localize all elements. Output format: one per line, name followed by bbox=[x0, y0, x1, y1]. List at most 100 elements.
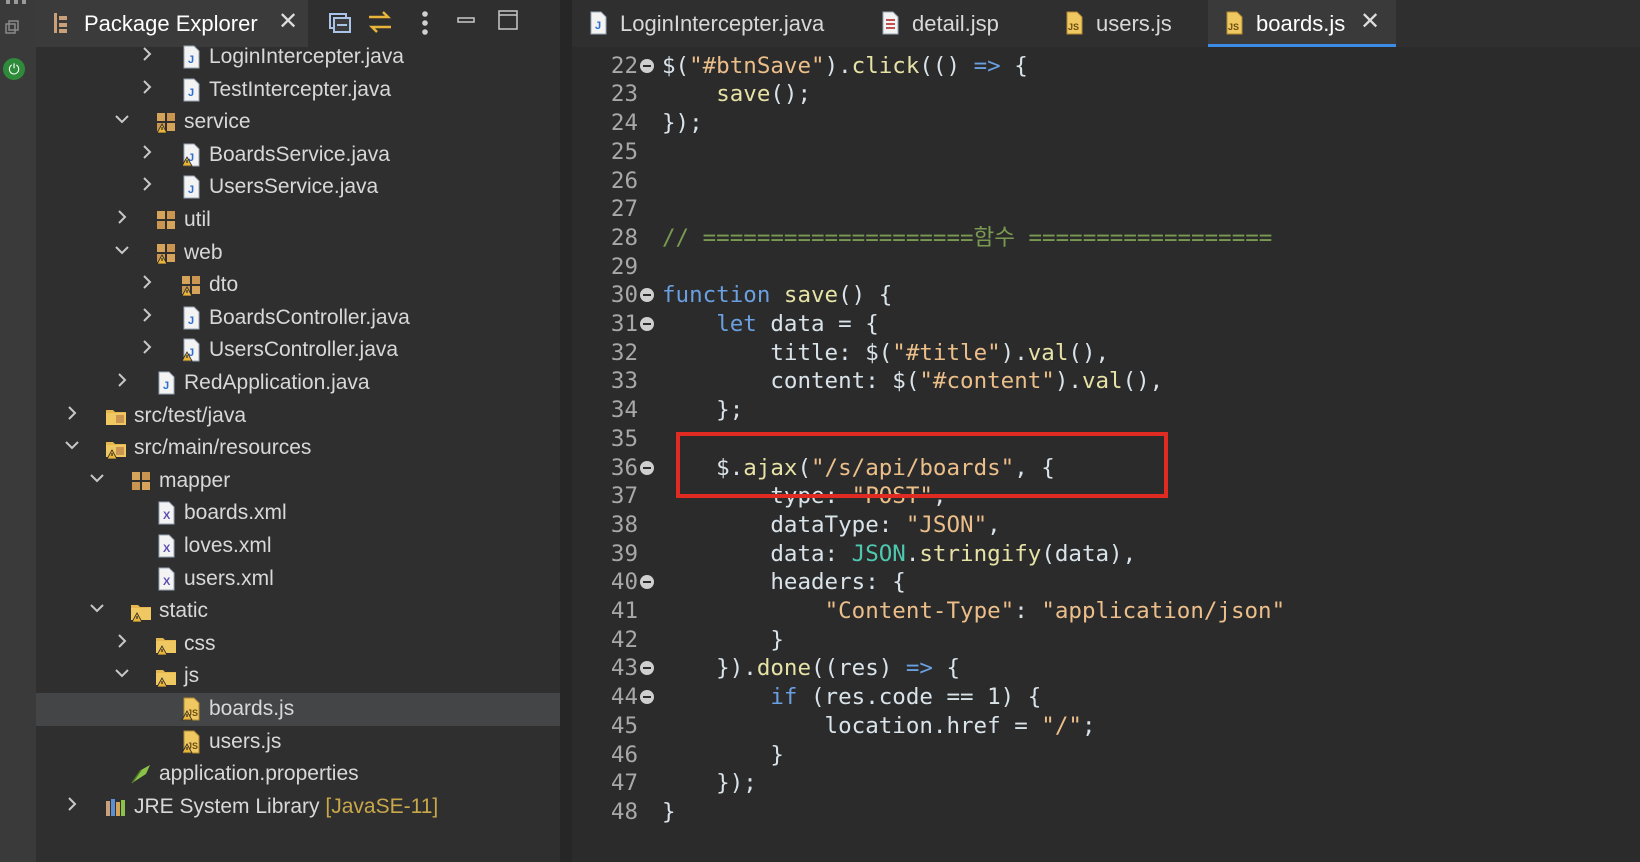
code-line[interactable]: 44 if (res.code == 1) { bbox=[572, 682, 1640, 712]
tree-item[interactable]: css bbox=[36, 628, 560, 661]
code-line[interactable]: 32 title: $("#title").val(), bbox=[572, 338, 1640, 368]
editor-tab[interactable]: J LoginIntercepter.java bbox=[572, 0, 864, 47]
code-text: dataType: "JSON", bbox=[662, 510, 1000, 540]
line-number: 46 bbox=[610, 741, 638, 768]
fold-toggle-icon[interactable] bbox=[640, 661, 654, 676]
chevron-right-icon[interactable] bbox=[112, 208, 132, 232]
tree-item[interactable]: JS users.js bbox=[36, 726, 560, 759]
code-line[interactable]: 39 data: JSON.stringify(data), bbox=[572, 539, 1640, 569]
code-line[interactable]: 31 let data = { bbox=[572, 309, 1640, 339]
view-menu-icon[interactable] bbox=[411, 9, 439, 37]
drag-handle-icon[interactable] bbox=[6, 0, 28, 4]
code-line[interactable]: 28 // ====================함수 ============… bbox=[572, 223, 1640, 253]
code-line[interactable]: 45 location.href = "/"; bbox=[572, 711, 1640, 741]
link-with-editor-icon[interactable] bbox=[366, 9, 394, 37]
editor-tab[interactable]: JS boards.js ✕ bbox=[1208, 0, 1396, 47]
line-number: 28 bbox=[610, 224, 638, 251]
code-line[interactable]: 29 bbox=[572, 252, 1640, 282]
power-icon[interactable]: ⏻ bbox=[3, 58, 25, 80]
fold-toggle-icon[interactable] bbox=[640, 690, 654, 705]
code-line[interactable]: 47 }); bbox=[572, 768, 1640, 798]
code-token: => bbox=[905, 655, 933, 682]
tree-item[interactable]: Xusers.xml bbox=[36, 563, 560, 596]
code-token: stringify bbox=[919, 540, 1042, 567]
tree-item[interactable]: JRE System Library [JavaSE-11] bbox=[36, 791, 560, 824]
close-icon[interactable]: ✕ bbox=[276, 10, 300, 34]
chevron-right-icon[interactable] bbox=[137, 306, 157, 330]
tree-item[interactable]: util bbox=[36, 204, 560, 237]
minimize-icon[interactable] bbox=[452, 9, 480, 37]
chevron-right-icon[interactable] bbox=[137, 78, 157, 102]
tree-item[interactable]: J TestIntercepter.java bbox=[36, 74, 560, 107]
code-line[interactable]: 23 save(); bbox=[572, 79, 1640, 109]
collapse-all-icon[interactable] bbox=[326, 9, 354, 37]
tree-item[interactable]: js bbox=[36, 660, 560, 693]
code-token: } bbox=[662, 741, 784, 768]
maximize-icon[interactable] bbox=[494, 9, 522, 37]
tree-item[interactable]: J BoardsController.java bbox=[36, 302, 560, 335]
code-token: }); bbox=[662, 110, 703, 137]
chevron-right-icon[interactable] bbox=[112, 371, 132, 395]
chevron-right-icon[interactable] bbox=[137, 45, 157, 69]
code-line[interactable]: 48} bbox=[572, 797, 1640, 827]
code-line[interactable]: 41 "Content-Type": "application/json" bbox=[572, 596, 1640, 626]
tree-item[interactable]: mapper bbox=[36, 465, 560, 498]
chevron-right-icon[interactable] bbox=[137, 338, 157, 362]
tree-item[interactable]: J UsersController.java bbox=[36, 334, 560, 367]
chevron-down-icon[interactable] bbox=[62, 436, 82, 460]
view-divider[interactable] bbox=[560, 0, 572, 862]
code-line[interactable]: 27 bbox=[572, 194, 1640, 224]
tree-item[interactable]: J RedApplication.java bbox=[36, 367, 560, 400]
tree-item[interactable]: application.properties bbox=[36, 758, 560, 791]
fold-toggle-icon[interactable] bbox=[640, 575, 654, 590]
js-file-warning-icon: JS bbox=[179, 697, 203, 721]
code-line[interactable]: 33 content: $("#content").val(), bbox=[572, 366, 1640, 396]
code-line[interactable]: 43 }).done((res) => { bbox=[572, 653, 1640, 683]
code-line[interactable]: 40 headers: { bbox=[572, 567, 1640, 597]
code-line[interactable]: 26 bbox=[572, 166, 1640, 196]
tree-item[interactable]: src/test/java bbox=[36, 400, 560, 433]
editor-tab[interactable]: detail.jsp bbox=[864, 0, 1048, 47]
tree-item[interactable]: static bbox=[36, 595, 560, 628]
code-line[interactable]: 38 dataType: "JSON", bbox=[572, 510, 1640, 540]
tree-item[interactable]: Xboards.xml bbox=[36, 497, 560, 530]
chevron-right-icon[interactable] bbox=[112, 632, 132, 656]
tree-item[interactable]: web bbox=[36, 237, 560, 270]
tree-item[interactable]: Xloves.xml bbox=[36, 530, 560, 563]
chevron-right-icon[interactable] bbox=[62, 795, 82, 819]
chevron-down-icon[interactable] bbox=[112, 664, 132, 688]
chevron-right-icon[interactable] bbox=[137, 273, 157, 297]
line-number: 31 bbox=[610, 311, 638, 337]
code-line[interactable]: 30 function save() { bbox=[572, 280, 1640, 310]
tree-item[interactable]: J BoardsService.java bbox=[36, 139, 560, 172]
fold-toggle-icon[interactable] bbox=[640, 460, 654, 475]
code-line[interactable]: 46 } bbox=[572, 740, 1640, 770]
fold-toggle-icon[interactable] bbox=[640, 58, 654, 73]
fold-toggle-icon[interactable] bbox=[640, 317, 654, 331]
chevron-down-icon[interactable] bbox=[87, 469, 107, 493]
editor-tab[interactable]: JS users.js bbox=[1048, 0, 1208, 47]
chevron-down-icon[interactable] bbox=[112, 110, 132, 134]
fold-toggle-icon[interactable] bbox=[640, 288, 654, 303]
code-line[interactable]: 24}); bbox=[572, 108, 1640, 138]
code-line[interactable]: 42 } bbox=[572, 625, 1640, 655]
tree-item[interactable]: J UsersService.java bbox=[36, 171, 560, 204]
restore-icon[interactable] bbox=[5, 20, 19, 34]
chevron-down-icon[interactable] bbox=[87, 599, 107, 623]
chevron-right-icon[interactable] bbox=[137, 175, 157, 199]
tree-item[interactable]: JS boards.js bbox=[36, 693, 560, 726]
tree-item[interactable]: service bbox=[36, 106, 560, 139]
close-icon[interactable]: ✕ bbox=[1358, 10, 1382, 34]
tree-item[interactable]: dto bbox=[36, 269, 560, 302]
tree-item[interactable]: J LoginIntercepter.java bbox=[36, 41, 560, 74]
code-line[interactable]: 22 $("#btnSave").click(() => { bbox=[572, 51, 1640, 81]
tree-item[interactable]: src/main/resources bbox=[36, 432, 560, 465]
library-version-label: [JavaSE-11] bbox=[319, 794, 439, 818]
tab-package-explorer[interactable]: Package Explorer ✕ bbox=[36, 0, 308, 47]
chevron-right-icon[interactable] bbox=[137, 143, 157, 167]
code-line[interactable]: 34 }; bbox=[572, 395, 1640, 425]
chevron-right-icon[interactable] bbox=[62, 404, 82, 428]
chevron-down-icon[interactable] bbox=[112, 241, 132, 265]
code-line[interactable]: 25 bbox=[572, 137, 1640, 167]
